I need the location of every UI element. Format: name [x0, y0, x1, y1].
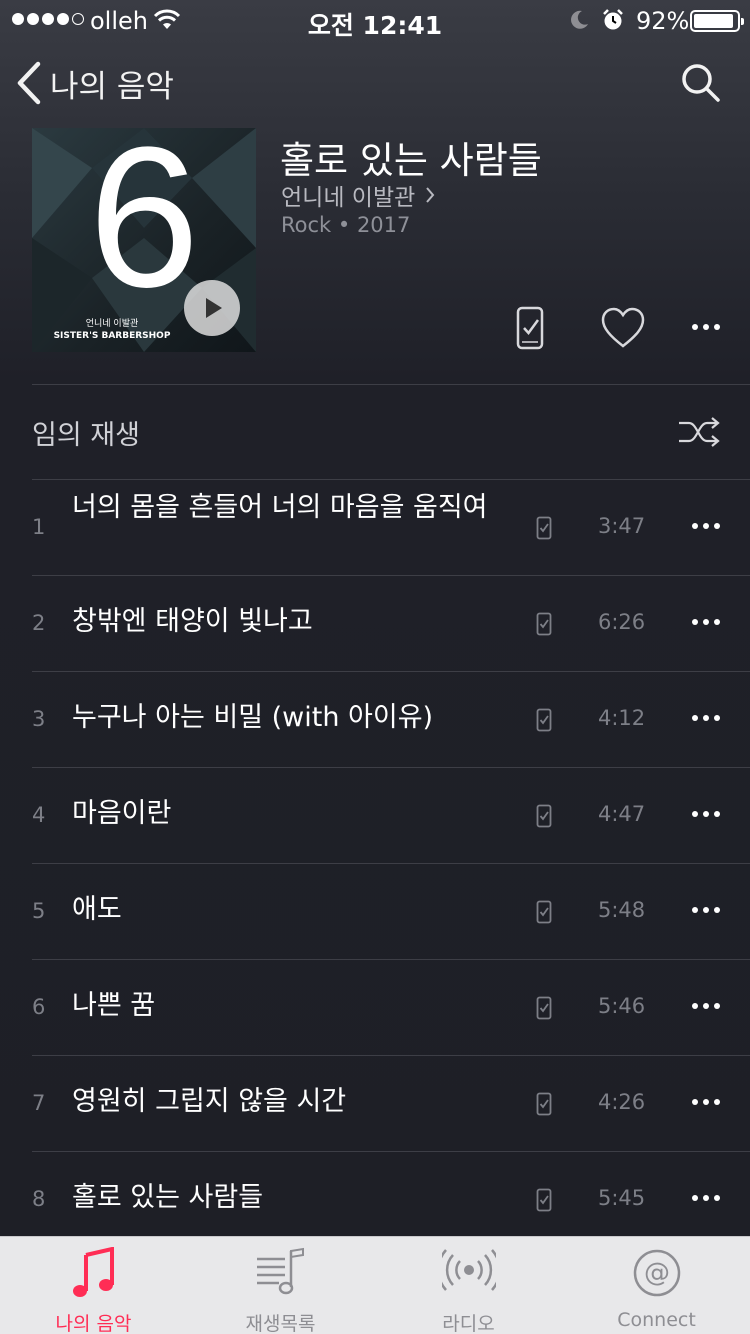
- track-more-button[interactable]: [688, 517, 728, 537]
- downloaded-icon: [536, 1188, 552, 1212]
- track-duration: 5:48: [598, 898, 646, 922]
- track-number: 8: [32, 1187, 46, 1211]
- track-title: 영원히 그립지 않을 시간: [72, 1086, 347, 1117]
- battery-percentage: 92%: [636, 7, 690, 35]
- track-title: 마음이란: [72, 798, 172, 829]
- downloaded-icon: [536, 708, 552, 732]
- track-duration: 5:45: [598, 1186, 646, 1210]
- track-duration: 4:47: [598, 802, 646, 826]
- tab-connect[interactable]: @ Connect: [563, 1237, 750, 1334]
- search-icon[interactable]: [680, 62, 722, 104]
- svg-text:@: @: [644, 1258, 670, 1288]
- tab-playlists[interactable]: 재생목록: [187, 1237, 374, 1334]
- back-button[interactable]: 나의 음악: [16, 58, 174, 108]
- track-number: 7: [32, 1091, 46, 1115]
- track-list: 1 너의 몸을 흔들어 너의 마음을 움직여 3:47 2 창밖엔 태양이 빛나고 6:2…: [0, 480, 750, 1248]
- connect-icon: @: [633, 1249, 680, 1297]
- track-number: 6: [32, 995, 46, 1019]
- play-button[interactable]: [184, 280, 240, 336]
- track-duration: 4:12: [598, 706, 646, 730]
- track-row[interactable]: 6 나쁜 꿈 5:46: [0, 960, 750, 1056]
- track-more-button[interactable]: [688, 997, 728, 1017]
- shuffle-icon: [679, 417, 720, 447]
- downloaded-icon: [536, 612, 552, 636]
- battery-icon: [690, 10, 744, 32]
- now-album-screen: olleh 오전 12:41 92% 나의 음악 6 언니네 이발관 SISTE…: [0, 0, 750, 1334]
- downloaded-icon: [536, 804, 552, 828]
- track-number: 3: [32, 707, 46, 731]
- track-row[interactable]: 1 너의 몸을 흔들어 너의 마음을 움직여 3:47: [0, 480, 750, 576]
- downloaded-icon: [536, 516, 552, 540]
- track-more-button[interactable]: [688, 613, 728, 633]
- track-title: 너의 몸을 흔들어 너의 마음을 움직여: [72, 492, 488, 523]
- album-title: 홀로 있는 사람들: [280, 139, 542, 182]
- tab-bar: 나의 음악 재생목록 라디오 @ Connect: [0, 1236, 750, 1334]
- track-more-button[interactable]: [688, 1093, 728, 1113]
- track-more-button[interactable]: [688, 901, 728, 921]
- tab-label: 재생목록: [245, 1313, 316, 1334]
- tab-my-music[interactable]: 나의 음악: [0, 1237, 187, 1334]
- shuffle-label: 임의 재생: [32, 420, 140, 451]
- track-number: 2: [32, 611, 46, 635]
- downloaded-icon: [536, 900, 552, 924]
- alarm-icon: [603, 9, 623, 30]
- track-duration: 6:26: [598, 610, 646, 634]
- track-row[interactable]: 5 애도 5:48: [0, 864, 750, 960]
- downloaded-icon: [536, 996, 552, 1020]
- track-title: 누구나 아는 비밀 (with 아이유): [72, 702, 434, 733]
- tab-label: 라디오: [442, 1313, 495, 1334]
- tab-radio[interactable]: 라디오: [375, 1237, 562, 1334]
- shuffle-play-row[interactable]: 임의 재생: [0, 385, 750, 480]
- track-duration: 5:46: [598, 994, 646, 1018]
- album-genre-year: Rock • 2017: [281, 213, 411, 237]
- tab-label: Connect: [617, 1309, 696, 1331]
- back-label: 나의 음악: [50, 68, 174, 105]
- track-number: 5: [32, 899, 46, 923]
- track-duration: 3:47: [598, 514, 646, 538]
- play-icon: [206, 298, 222, 318]
- album-art-artist: 언니네 이발관: [85, 319, 139, 329]
- moon-icon: [571, 10, 588, 29]
- chevron-right-icon: [426, 187, 435, 203]
- downloaded-device-icon[interactable]: [516, 306, 544, 350]
- track-duration: 4:26: [598, 1090, 646, 1114]
- album-artwork[interactable]: 6 언니네 이발관 SISTER'S BARBERSHOP: [32, 128, 256, 352]
- track-title: 나쁜 꿈: [72, 990, 156, 1021]
- album-art-subtitle: SISTER'S BARBERSHOP: [53, 331, 171, 341]
- status-bar: olleh 오전 12:41 92%: [0, 0, 750, 40]
- track-more-button[interactable]: [688, 709, 728, 729]
- track-row[interactable]: 8 홀로 있는 사람들 5:45: [0, 1152, 750, 1248]
- music-note-icon: [72, 1247, 114, 1297]
- track-row[interactable]: 3 누구나 아는 비밀 (with 아이유) 4:12: [0, 672, 750, 768]
- downloaded-icon: [536, 1092, 552, 1116]
- track-number: 1: [32, 515, 46, 539]
- track-more-button[interactable]: [688, 805, 728, 825]
- track-row[interactable]: 4 마음이란 4:47: [0, 768, 750, 864]
- album-more-button[interactable]: [688, 318, 728, 338]
- track-more-button[interactable]: [688, 1189, 728, 1209]
- playlist-icon: [256, 1247, 304, 1295]
- heart-icon[interactable]: [600, 306, 646, 350]
- track-title: 창밖엔 태양이 빛나고: [72, 606, 313, 637]
- artist-name: 언니네 이발관: [281, 185, 416, 211]
- artist-link[interactable]: 언니네 이발관: [281, 178, 435, 212]
- chevron-left-icon: [17, 61, 41, 105]
- track-row[interactable]: 7 영원히 그립지 않을 시간 4:26: [0, 1056, 750, 1152]
- track-title: 홀로 있는 사람들: [72, 1182, 264, 1213]
- track-number: 4: [32, 803, 46, 827]
- tab-label: 나의 음악: [55, 1313, 132, 1334]
- track-row[interactable]: 2 창밖엔 태양이 빛나고 6:26: [0, 576, 750, 672]
- track-title: 애도: [72, 894, 122, 925]
- radio-icon: [441, 1249, 496, 1291]
